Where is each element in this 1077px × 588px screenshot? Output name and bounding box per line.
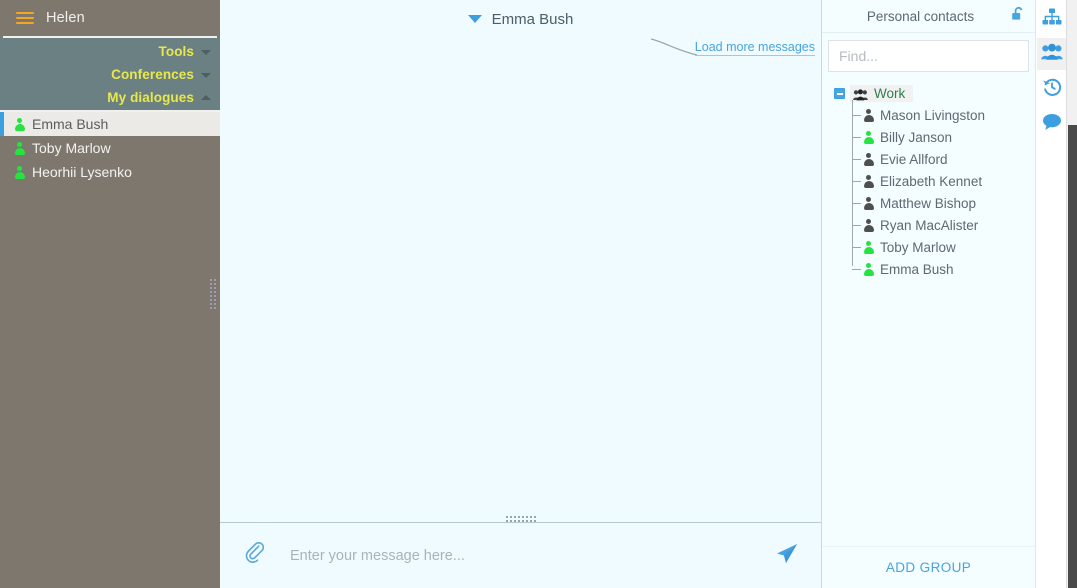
history-clock-icon bbox=[1042, 77, 1062, 102]
contact-name: Toby Marlow bbox=[880, 239, 956, 255]
contacts-group-work[interactable]: Work bbox=[830, 83, 1035, 104]
load-more-messages-button[interactable]: Load more messages bbox=[694, 40, 815, 56]
contact-item[interactable]: Billy Janson bbox=[852, 126, 1035, 148]
sidebar-item-conferences[interactable]: Conferences bbox=[0, 63, 220, 86]
user-status-icon bbox=[863, 108, 874, 122]
scrollbar-thumb[interactable] bbox=[1068, 125, 1077, 588]
message-input[interactable] bbox=[268, 547, 775, 564]
curve-decoration bbox=[650, 38, 698, 56]
sidebar-item-tools-label: Tools bbox=[158, 44, 194, 59]
user-status-icon bbox=[863, 196, 874, 210]
rail-button-chat[interactable] bbox=[1037, 108, 1067, 140]
sidebar-resize-handle[interactable] bbox=[208, 278, 217, 310]
left-sidebar: Helen Tools Conferences My dialogues Emm… bbox=[0, 0, 220, 588]
contact-item[interactable]: Emma Bush bbox=[852, 258, 1035, 280]
sitemap-org-chart-icon bbox=[1042, 8, 1062, 31]
rail-button-org-chart[interactable] bbox=[1037, 3, 1067, 35]
chat-header: Emma Bush bbox=[220, 0, 821, 38]
sidebar-item-tools[interactable]: Tools bbox=[0, 40, 220, 63]
contact-item[interactable]: Mason Livingston bbox=[852, 104, 1035, 126]
contact-name: Elizabeth Kennet bbox=[880, 173, 983, 189]
message-list bbox=[220, 64, 821, 522]
rail-button-history[interactable] bbox=[1037, 73, 1067, 105]
user-status-icon bbox=[14, 141, 25, 155]
sidebar-item-conferences-label: Conferences bbox=[111, 67, 194, 82]
hamburger-icon[interactable] bbox=[16, 9, 34, 27]
chat-bubble-icon bbox=[1042, 113, 1062, 136]
contact-name: Emma Bush bbox=[880, 261, 954, 277]
collapse-minus-icon[interactable] bbox=[834, 88, 845, 99]
message-composer bbox=[220, 522, 821, 588]
dialogue-item-label: Emma Bush bbox=[32, 116, 109, 132]
dialogue-item-heorhii-lysenko[interactable]: Heorhii Lysenko bbox=[0, 160, 220, 184]
contact-name: Billy Janson bbox=[880, 129, 953, 145]
contacts-panel-title: Personal contacts bbox=[866, 8, 975, 24]
contacts-search-box bbox=[828, 40, 1029, 72]
dialogue-list: Emma Bush Toby Marlow Heorhii Lysenko bbox=[0, 112, 220, 184]
paperclip-icon[interactable] bbox=[242, 540, 268, 571]
user-status-icon bbox=[14, 117, 25, 131]
dialogue-item-emma-bush[interactable]: Emma Bush bbox=[0, 112, 220, 136]
user-status-icon bbox=[863, 174, 874, 188]
user-status-icon bbox=[863, 130, 874, 144]
contacts-panel-header: Personal contacts bbox=[822, 0, 1035, 33]
user-status-icon bbox=[863, 240, 874, 254]
contact-item[interactable]: Evie Allford bbox=[852, 148, 1035, 170]
contact-item[interactable]: Ryan MacAlister bbox=[852, 214, 1035, 236]
chevron-up-icon[interactable] bbox=[201, 94, 211, 100]
contact-item[interactable]: Matthew Bishop bbox=[852, 192, 1035, 214]
send-paper-plane-icon[interactable] bbox=[775, 542, 801, 569]
chat-title: Emma Bush bbox=[491, 10, 574, 28]
messenger-app: Helen Tools Conferences My dialogues Emm… bbox=[0, 0, 1077, 588]
contact-item[interactable]: Toby Marlow bbox=[852, 236, 1035, 258]
load-more-row: Load more messages bbox=[220, 38, 821, 64]
chevron-down-icon[interactable] bbox=[201, 72, 211, 78]
search-input[interactable] bbox=[829, 41, 1028, 71]
chat-panel: Emma Bush Load more messages bbox=[220, 0, 822, 588]
contact-name: Ryan MacAlister bbox=[880, 217, 979, 233]
dialogue-item-toby-marlow[interactable]: Toby Marlow bbox=[0, 136, 220, 160]
user-status-icon bbox=[863, 262, 874, 276]
dialogue-item-label: Heorhii Lysenko bbox=[32, 164, 132, 180]
window-scrollbar[interactable] bbox=[1066, 0, 1077, 588]
add-group-button[interactable]: ADD GROUP bbox=[822, 546, 1035, 588]
unlock-icon[interactable] bbox=[1009, 5, 1027, 28]
sidebar-item-my-dialogues-label: My dialogues bbox=[107, 90, 194, 105]
contacts-tree: Work Mason Livingston Billy Janson Evie … bbox=[822, 83, 1035, 546]
contacts-panel: Personal contacts Find... Work Mason Liv… bbox=[822, 0, 1036, 588]
chevron-down-icon[interactable] bbox=[201, 49, 211, 55]
sidebar-item-my-dialogues[interactable]: My dialogues bbox=[0, 86, 220, 109]
right-icon-rail bbox=[1036, 0, 1068, 588]
contact-item[interactable]: Elizabeth Kennet bbox=[852, 170, 1035, 192]
contacts-list: Mason Livingston Billy Janson Evie Allfo… bbox=[852, 100, 1035, 280]
current-user-name: Helen bbox=[46, 10, 85, 26]
group-people-icon bbox=[853, 88, 868, 100]
rail-button-contacts[interactable] bbox=[1037, 38, 1067, 70]
sidebar-header: Helen bbox=[0, 0, 220, 36]
contact-name: Matthew Bishop bbox=[880, 195, 977, 211]
dialogue-item-label: Toby Marlow bbox=[32, 140, 111, 156]
contact-name: Mason Livingston bbox=[880, 107, 986, 123]
contact-name: Evie Allford bbox=[880, 151, 948, 167]
user-status-icon bbox=[863, 152, 874, 166]
contacts-group-label: Work bbox=[874, 86, 906, 101]
user-status-icon bbox=[14, 165, 25, 179]
contacts-group-icon bbox=[1041, 43, 1063, 66]
chevron-down-icon[interactable] bbox=[467, 15, 482, 23]
user-status-icon bbox=[863, 218, 874, 232]
sidebar-menu-panel: Tools Conferences My dialogues bbox=[0, 38, 220, 112]
